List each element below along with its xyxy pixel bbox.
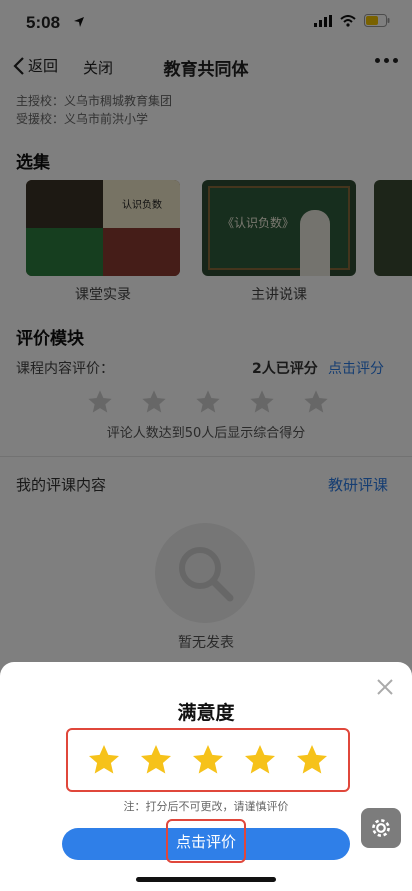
submit-rating-highlight[interactable]: 点击评价 [166, 819, 246, 863]
rating-note: 注：打分后不可更改，请谨慎评价 [123, 800, 289, 813]
rating-sheet: 满意度 注：打分后不可更改，请谨慎评价 点击评价 [0, 662, 412, 891]
star-icon[interactable] [86, 742, 122, 778]
star-icon[interactable] [190, 742, 226, 778]
star-icon[interactable] [138, 742, 174, 778]
home-indicator [136, 877, 276, 882]
sheet-title: 满意度 [177, 702, 235, 724]
settings-float-button[interactable] [361, 808, 401, 848]
gear-icon [372, 819, 390, 837]
submit-rating-label: 点击评价 [175, 832, 236, 851]
rating-stars [66, 728, 350, 792]
close-icon[interactable] [376, 678, 394, 696]
star-icon[interactable] [242, 742, 278, 778]
star-icon[interactable] [294, 742, 330, 778]
